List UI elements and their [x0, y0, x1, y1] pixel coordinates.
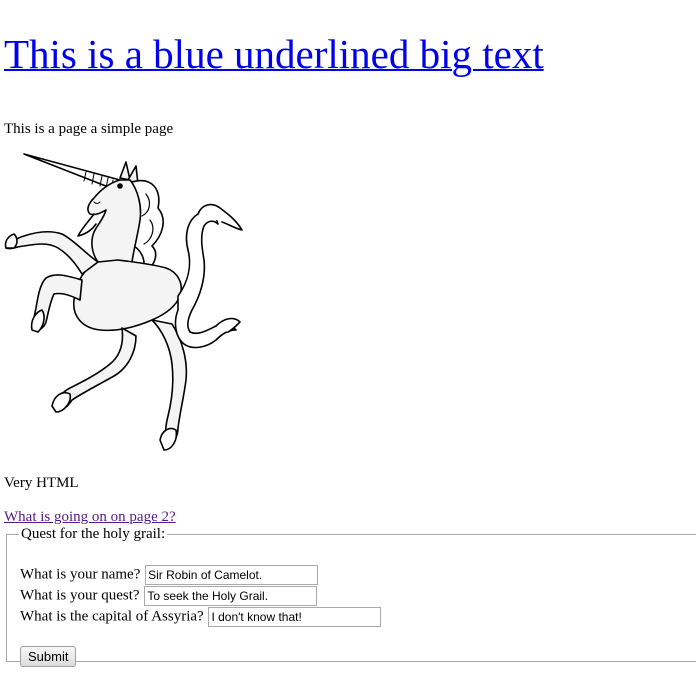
unicorn-icon	[4, 153, 243, 451]
quest-input[interactable]	[144, 585, 318, 606]
capital-label: What is the capital of Assyria?	[20, 608, 204, 625]
quest-fieldset: Quest for the holy grail: What is your n…	[6, 526, 696, 667]
tagline-text: Very HTML	[4, 475, 79, 491]
submit-button[interactable]: Submit	[20, 646, 77, 667]
quest-legend: Quest for the holy grail:	[21, 526, 166, 542]
title-link[interactable]: This is a blue underlined big text	[4, 31, 544, 77]
capital-row: What is the capital of Assyria?	[20, 606, 382, 627]
intro-text: This is a page a simple page	[4, 121, 174, 137]
quest-label: What is your quest?	[20, 587, 140, 604]
capital-input[interactable]	[208, 606, 382, 627]
name-row: What is your name?	[20, 564, 319, 585]
page2-link[interactable]: What is going on on page 2?	[4, 508, 176, 526]
page-title: This is a blue underlined big text	[4, 30, 544, 78]
name-label: What is your name?	[20, 566, 141, 583]
quest-row: What is your quest?	[20, 585, 318, 606]
name-input[interactable]	[145, 564, 319, 585]
